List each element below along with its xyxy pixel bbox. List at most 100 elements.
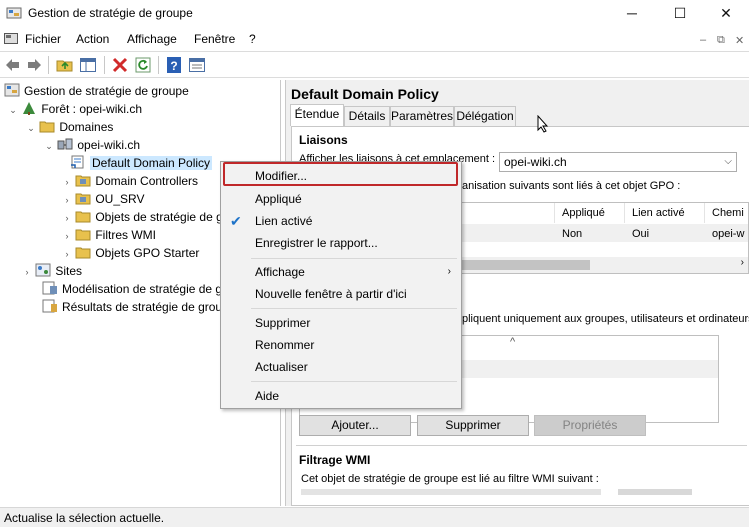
tree-label-gpo-objects: Objets de stratégie de g	[95, 210, 223, 224]
expand-icon[interactable]: ›	[62, 227, 72, 245]
refresh-icon[interactable]	[134, 56, 152, 74]
close-button[interactable]: ✕	[703, 0, 749, 28]
tree-node-ou-srv[interactable]: › OU_SRV	[62, 190, 145, 209]
context-menu: Modifier... Appliqué ✔ Lien activé Enreg…	[220, 161, 462, 409]
mdi-restore-button[interactable]: ⧉	[717, 34, 725, 47]
tree-node-domain-controllers[interactable]: › Domain Controllers	[62, 172, 199, 191]
menu-help[interactable]: ?	[249, 32, 256, 46]
menu-item-view-label: Affichage	[255, 265, 305, 279]
cell-link-enabled: Oui	[632, 228, 650, 240]
menu-affichage[interactable]: Affichage	[127, 32, 177, 46]
menu-item-delete[interactable]: Supprimer	[221, 312, 461, 334]
show-tree-icon[interactable]	[79, 56, 97, 74]
folder-icon	[75, 247, 91, 259]
checkmark-icon: ✔	[230, 213, 242, 229]
links-heading: Liaisons	[299, 133, 348, 147]
scrollbar-thumb[interactable]	[460, 260, 590, 270]
tree-node-sites[interactable]: › Sites	[22, 262, 82, 280]
chevron-down-icon: ⌵	[724, 156, 732, 167]
tree-node-root[interactable]: Gestion de stratégie de groupe	[4, 82, 189, 100]
properties-button[interactable]: Propriétés	[534, 415, 646, 436]
tree-label-root: Gestion de stratégie de groupe	[24, 84, 189, 98]
results-icon	[42, 299, 57, 313]
menu-bar: Fichier Action Affichage Fenêtre ? – ⧉ ✕	[0, 28, 749, 50]
window-title: Gestion de stratégie de groupe	[28, 6, 193, 20]
links-location-combo[interactable]: opei-wiki.ch ⌵	[499, 152, 737, 172]
submenu-arrow-icon: ›	[447, 266, 451, 277]
delete-icon[interactable]	[111, 56, 129, 74]
expand-icon[interactable]: ›	[22, 263, 32, 281]
expand-icon[interactable]: ›	[62, 209, 72, 227]
tab-delegation[interactable]: Délégation	[454, 106, 516, 126]
menu-item-enforced-label: Appliqué	[255, 192, 302, 206]
tree-node-gpo-objects[interactable]: › Objets de stratégie de g	[62, 208, 223, 226]
menu-item-help[interactable]: Aide	[221, 385, 461, 407]
tree-node-forest[interactable]: ⌄ Forêt : opei-wiki.ch	[8, 100, 142, 118]
menu-item-new-window[interactable]: Nouvelle fenêtre à partir d'ici	[221, 283, 461, 305]
collapse-icon[interactable]: ⌄	[44, 137, 54, 155]
column-separator	[554, 203, 555, 223]
menu-item-enforced[interactable]: Appliqué	[221, 188, 461, 210]
tree-node-wmi-filters[interactable]: › Filtres WMI	[62, 226, 157, 245]
column-header-link-enabled[interactable]: Lien activé	[632, 207, 685, 219]
tree-node-results[interactable]: Résultats de stratégie de group	[42, 298, 229, 316]
security-filter-description: pliquent uniquement aux groupes, utilisa…	[462, 313, 749, 325]
expand-icon[interactable]: ›	[62, 173, 72, 191]
ou-folder-icon	[75, 193, 91, 205]
tree-node-domains[interactable]: ⌄ Domaines	[26, 118, 113, 136]
forward-arrow-icon[interactable]	[25, 56, 43, 74]
tab-settings[interactable]: Paramètres	[390, 106, 454, 126]
tab-details[interactable]: Détails	[344, 106, 390, 126]
mmc-console-icon[interactable]	[4, 32, 18, 45]
mouse-cursor-icon	[537, 115, 549, 133]
tree-node-default-domain-policy[interactable]: Default Domain Policy	[70, 154, 213, 172]
svg-text:?: ?	[170, 59, 177, 73]
status-bar: Actualise la sélection actuelle.	[0, 507, 749, 527]
menu-item-view[interactable]: Affichage ›	[221, 261, 461, 283]
column-header-applied[interactable]: Appliqué	[562, 207, 605, 219]
scroll-right-icon[interactable]: ›	[741, 257, 744, 268]
mdi-minimize-button[interactable]: –	[700, 34, 706, 46]
tree-label-forest: Forêt : opei-wiki.ch	[41, 102, 143, 116]
remove-button[interactable]: Supprimer	[417, 415, 529, 436]
gpmc-app-icon	[6, 7, 22, 19]
mdi-close-button[interactable]: ✕	[735, 34, 744, 47]
menu-item-delete-label: Supprimer	[255, 316, 311, 330]
column-header-path[interactable]: Chemi	[712, 207, 744, 219]
folder-up-icon[interactable]	[56, 56, 74, 74]
modeling-icon	[42, 281, 57, 295]
maximize-button[interactable]: ☐	[657, 0, 703, 28]
wmi-open-button[interactable]	[618, 489, 692, 495]
tree-label-wmi-filters: Filtres WMI	[95, 228, 156, 242]
menu-fenetre[interactable]: Fenêtre	[194, 32, 235, 46]
properties-icon[interactable]	[188, 56, 206, 74]
expand-icon[interactable]: ›	[62, 191, 72, 209]
menu-item-save-report[interactable]: Enregistrer le rapport...	[221, 232, 461, 254]
menu-item-link-enabled[interactable]: ✔ Lien activé	[221, 210, 461, 232]
menu-item-save-report-label: Enregistrer le rapport...	[255, 236, 378, 250]
tree-node-modeling[interactable]: Modélisation de stratégie de g	[42, 280, 222, 298]
tree-node-starter-gpos[interactable]: › Objets GPO Starter	[62, 244, 200, 263]
minimize-button[interactable]: ─	[609, 0, 655, 28]
menu-separator	[251, 258, 457, 259]
wmi-filter-combo[interactable]	[301, 489, 601, 495]
menu-fichier[interactable]: Fichier	[25, 32, 61, 46]
add-button[interactable]: Ajouter...	[299, 415, 411, 436]
tree-label-ou-srv: OU_SRV	[95, 192, 145, 206]
wmi-filter-description: Cet objet de stratégie de groupe est lié…	[301, 473, 599, 485]
tree-node-domain[interactable]: ⌄ opei-wiki.ch	[44, 136, 140, 154]
collapse-icon[interactable]: ⌄	[8, 101, 18, 119]
tree-label-domains: Domaines	[59, 120, 114, 134]
expand-icon[interactable]: ›	[62, 245, 72, 263]
help-icon[interactable]: ?	[165, 56, 183, 74]
back-arrow-icon[interactable]	[4, 56, 22, 74]
links-location-value: opei-wiki.ch	[504, 155, 567, 169]
sites-icon	[35, 263, 51, 277]
menu-action[interactable]: Action	[76, 32, 109, 46]
folder-icon	[39, 121, 55, 133]
status-text: Actualise la sélection actuelle.	[4, 511, 165, 525]
collapse-icon[interactable]: ⌄	[26, 119, 36, 137]
tab-scope[interactable]: Étendue	[290, 104, 344, 126]
menu-item-rename[interactable]: Renommer	[221, 334, 461, 356]
menu-item-refresh[interactable]: Actualiser	[221, 356, 461, 378]
